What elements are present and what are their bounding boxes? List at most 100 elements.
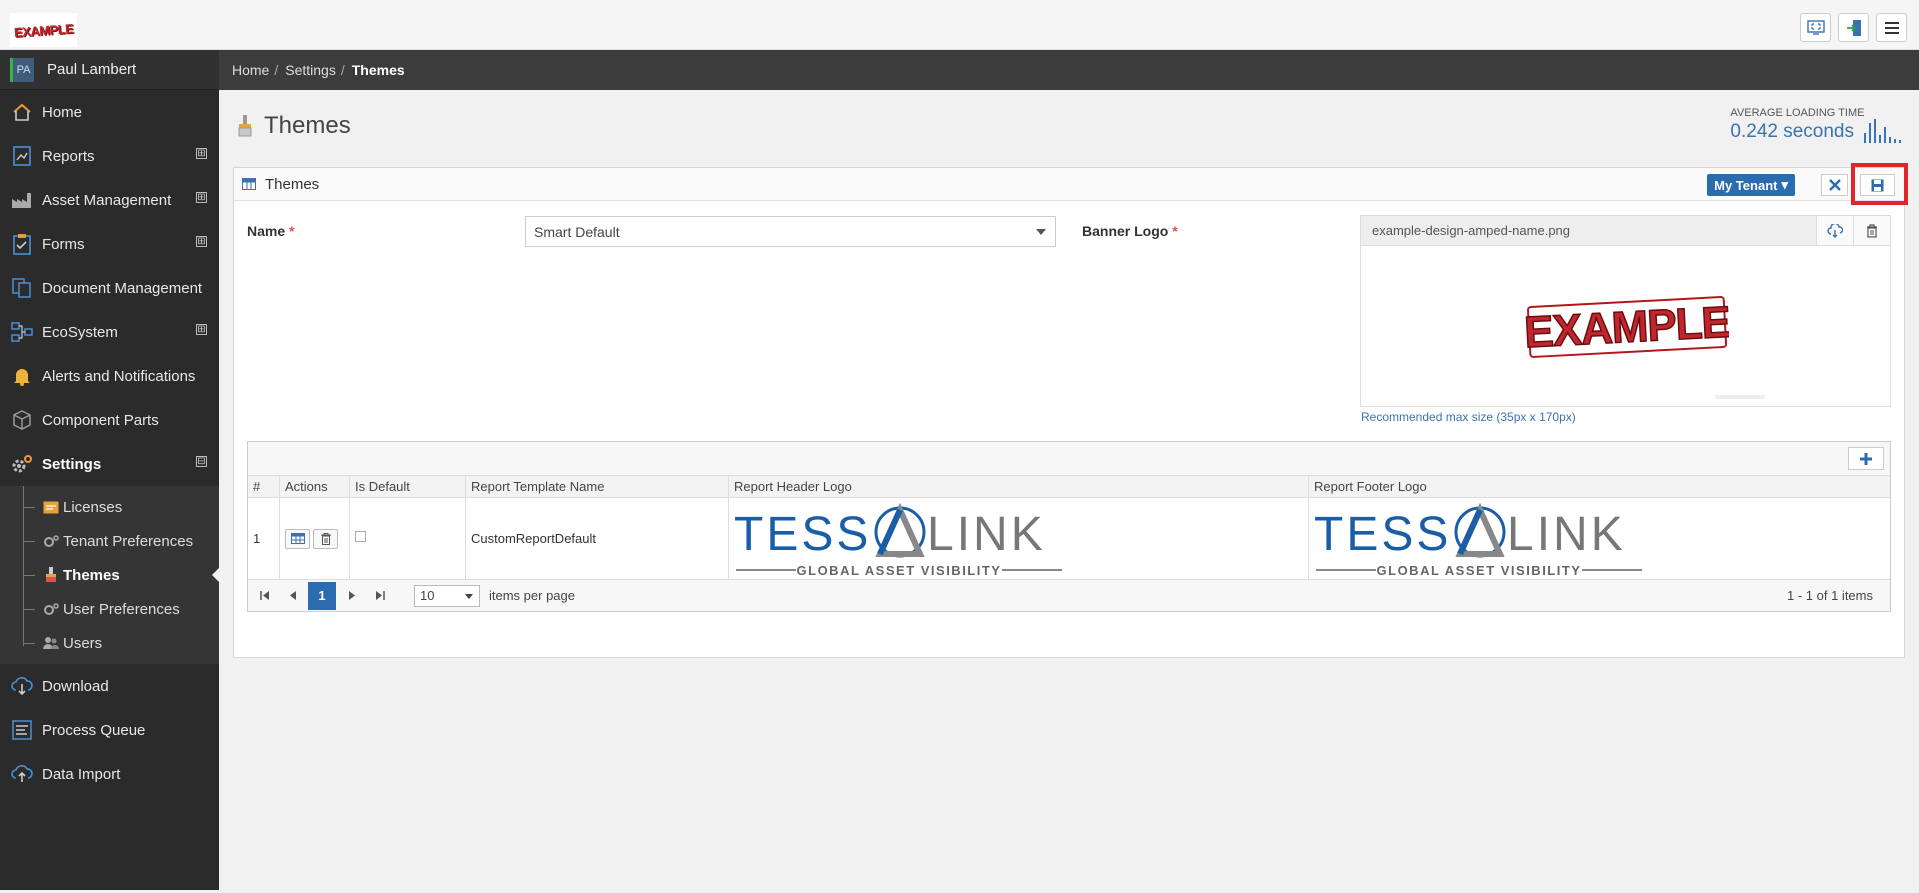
sidebar-item-label: Forms xyxy=(42,235,85,253)
sidebar-item-label: Reports xyxy=(42,147,95,165)
pager-info: 1 - 1 of 1 items xyxy=(1787,588,1873,603)
sidebar-item-component-parts[interactable]: Component Parts xyxy=(0,398,219,442)
sidebar-item-data-import[interactable]: Data Import xyxy=(0,752,219,796)
sidebar-item-reports[interactable]: Reports ⊞ xyxy=(0,134,219,178)
collapse-icon[interactable]: ⊟ xyxy=(196,456,207,467)
loading-time-value: 0.242 seconds xyxy=(1730,121,1854,142)
expand-icon[interactable]: ⊞ xyxy=(196,192,207,203)
breadcrumb-separator: / xyxy=(340,62,345,78)
sidebar-item-tenant-preferences[interactable]: Tenant Preferences xyxy=(0,524,219,558)
expand-icon[interactable]: ⊞ xyxy=(196,148,207,159)
report-templates-grid: # Actions Is Default Report Template Nam… xyxy=(247,441,1891,612)
sidebar-item-themes[interactable]: Themes xyxy=(0,558,219,592)
is-default-cell xyxy=(350,498,466,579)
tessalink-header-logo: TESS LINK GLOBAL ASSET VISIBILITY xyxy=(734,502,1062,578)
column-header[interactable]: Is Default xyxy=(350,476,466,497)
gears-icon xyxy=(42,601,60,617)
current-page[interactable]: 1 xyxy=(308,581,336,610)
breadcrumb-settings[interactable]: Settings xyxy=(285,62,336,78)
fullscreen-button[interactable] xyxy=(1800,13,1831,42)
sidebar-item-label: Document Management xyxy=(42,279,203,297)
tessalink-footer-logo: TESS LINK GLOBAL ASSET VISIBILITY xyxy=(1314,502,1642,578)
column-header[interactable]: Actions xyxy=(280,476,350,497)
user-name: Paul Lambert xyxy=(47,61,137,78)
chevron-left-icon xyxy=(289,591,296,600)
sidebar-item-document-management[interactable]: Document Management xyxy=(0,266,219,310)
sidebar-item-process-queue[interactable]: Process Queue xyxy=(0,708,219,752)
column-header[interactable]: Report Footer Logo xyxy=(1309,476,1890,497)
sidebar-item-asset-management[interactable]: Asset Management ⊞ xyxy=(0,178,219,222)
next-page-button[interactable] xyxy=(340,584,364,608)
cloud-download-icon xyxy=(1827,223,1843,238)
expand-icon[interactable]: ⊞ xyxy=(196,236,207,247)
delete-row-button[interactable] xyxy=(313,528,338,549)
logout-icon xyxy=(1846,19,1861,36)
save-button-highlight xyxy=(1851,163,1908,205)
column-header[interactable]: Report Header Logo xyxy=(729,476,1309,497)
last-page-icon xyxy=(375,591,385,600)
sidebar-item-label: Process Queue xyxy=(42,721,146,739)
sidebar-item-label: EcoSystem xyxy=(42,323,118,341)
tenant-dropdown-button[interactable]: My Tenant ▾ xyxy=(1707,174,1795,196)
sidebar-item-users[interactable]: Users xyxy=(0,626,219,660)
column-header[interactable]: Report Template Name xyxy=(466,476,729,497)
gear-icon xyxy=(11,453,33,475)
breadcrumb: Home / Settings / Themes xyxy=(219,50,1919,90)
sidebar-item-alerts[interactable]: Alerts and Notifications xyxy=(0,354,219,398)
banner-file-text: example-design-amped-name.png xyxy=(1372,223,1571,238)
app-logo[interactable]: EXAMPLE xyxy=(10,13,77,47)
delete-logo-button[interactable] xyxy=(1853,216,1890,245)
add-template-button[interactable] xyxy=(1848,447,1884,470)
sidebar-item-download[interactable]: Download xyxy=(0,664,219,708)
cancel-button[interactable] xyxy=(1821,174,1848,196)
page-size-select[interactable]: 10 xyxy=(414,584,480,607)
close-icon xyxy=(1828,179,1841,191)
last-page-button[interactable] xyxy=(368,584,392,608)
logo-text: EXAMPLE xyxy=(13,20,74,40)
sidebar-item-home[interactable]: Home xyxy=(0,90,219,134)
logo-sub: GLOBAL ASSET VISIBILITY xyxy=(797,563,1002,578)
user-row[interactable]: PA Paul Lambert xyxy=(0,50,219,90)
reports-icon xyxy=(11,145,33,167)
sidebar-item-label: Users xyxy=(63,634,103,652)
first-page-icon xyxy=(259,591,269,600)
hamburger-icon xyxy=(1884,21,1899,34)
logo-main-left: TESS xyxy=(1314,508,1451,561)
sidebar-item-ecosystem[interactable]: EcoSystem ⊞ xyxy=(0,310,219,354)
column-header[interactable]: # xyxy=(248,476,280,497)
page-size-value: 10 xyxy=(420,588,435,603)
first-page-button[interactable] xyxy=(252,584,276,608)
sidebar-item-label: Tenant Preferences xyxy=(63,532,194,550)
banner-logo-hint: Recommended max size (35px x 170px) xyxy=(1361,410,1576,424)
sidebar: PA Paul Lambert Home Reports ⊞ Asset Man… xyxy=(0,50,219,890)
settings-submenu: Licenses Tenant Preferences Themes User … xyxy=(0,486,219,664)
resize-handle[interactable] xyxy=(1715,395,1765,399)
home-icon xyxy=(11,101,33,123)
gears-icon xyxy=(42,533,60,549)
sidebar-item-licenses[interactable]: Licenses xyxy=(0,490,219,524)
header-logo-cell: TESS LINK GLOBAL ASSET VISIBILITY xyxy=(729,498,1309,579)
sidebar-item-user-preferences[interactable]: User Preferences xyxy=(0,592,219,626)
is-default-checkbox[interactable] xyxy=(355,531,366,542)
logo-main-left: TESS xyxy=(734,508,871,561)
name-label-text: Name xyxy=(247,223,286,239)
menu-button[interactable] xyxy=(1876,13,1907,42)
sidebar-item-settings[interactable]: Settings ⊟ xyxy=(0,442,219,486)
chevron-down-icon xyxy=(465,593,473,603)
sidebar-item-forms[interactable]: Forms ⊞ xyxy=(0,222,219,266)
logout-button[interactable] xyxy=(1838,13,1869,42)
logo-sub: GLOBAL ASSET VISIBILITY xyxy=(1377,563,1582,578)
prev-page-button[interactable] xyxy=(280,584,304,608)
users-icon xyxy=(42,635,60,651)
table-row[interactable]: 1 CustomReportDefault TESS LINK GLOBAL A… xyxy=(248,498,1890,580)
breadcrumb-home[interactable]: Home xyxy=(232,62,269,78)
name-select[interactable]: Smart Default xyxy=(525,216,1056,247)
factory-icon xyxy=(11,189,33,211)
template-name-cell: CustomReportDefault xyxy=(466,498,729,579)
expand-icon[interactable]: ⊞ xyxy=(196,324,207,335)
table-icon xyxy=(242,178,256,190)
sidebar-item-label: Asset Management xyxy=(42,191,172,209)
download-logo-button[interactable] xyxy=(1816,216,1853,245)
edit-row-button[interactable] xyxy=(285,528,310,549)
banner-logo-preview: EXAMPLE xyxy=(1360,246,1891,407)
